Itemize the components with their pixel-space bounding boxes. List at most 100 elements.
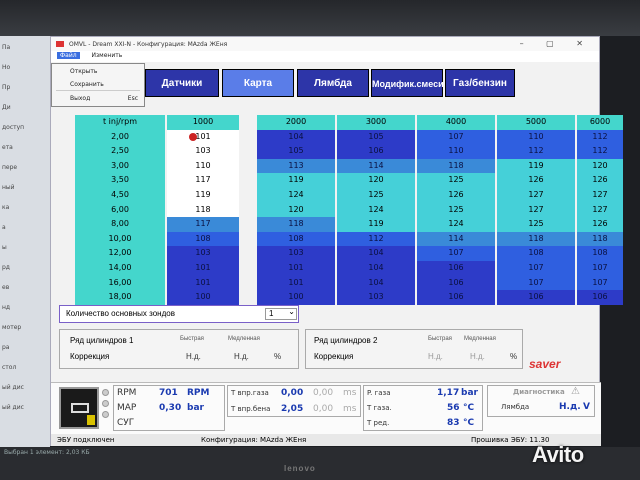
menu-file[interactable]: Файл bbox=[57, 52, 80, 59]
map-cell[interactable]: 110 bbox=[417, 144, 495, 159]
map-cell[interactable]: 104 bbox=[337, 246, 415, 261]
tab-sensors[interactable]: Датчики bbox=[145, 69, 219, 97]
map-cell[interactable]: 110 bbox=[497, 129, 575, 145]
status-config: Конфигурация: MAzda ЖЕня bbox=[201, 436, 307, 444]
map-cell[interactable]: 112 bbox=[497, 144, 575, 159]
map-cell[interactable]: 103 bbox=[257, 246, 335, 261]
map-cell[interactable]: 106 bbox=[577, 290, 623, 305]
tab-map[interactable]: Карта bbox=[222, 69, 294, 97]
map-cell[interactable]: 108 bbox=[497, 246, 575, 261]
map-cell[interactable]: 119 bbox=[167, 188, 239, 203]
map-cell[interactable]: 126 bbox=[497, 173, 575, 188]
map-cell[interactable]: 105 bbox=[257, 144, 335, 159]
explorer-item-label: стол bbox=[2, 364, 17, 371]
map-cell[interactable]: 126 bbox=[417, 188, 495, 203]
map-cell[interactable]: 104 bbox=[337, 261, 415, 276]
app-icon bbox=[56, 41, 64, 47]
map-cell[interactable]: 125 bbox=[497, 217, 575, 232]
window-controls[interactable]: – ▢ ✕ bbox=[520, 39, 593, 48]
map-cell[interactable]: 112 bbox=[337, 231, 415, 247]
map-cell[interactable]: 114 bbox=[337, 158, 415, 174]
map-cell[interactable]: 112 bbox=[577, 129, 623, 145]
menu-edit[interactable]: Изменить bbox=[92, 52, 123, 59]
map-cell[interactable]: 120 bbox=[257, 202, 335, 218]
map-cell[interactable]: 119 bbox=[497, 158, 575, 174]
map-cell[interactable]: 106 bbox=[417, 290, 495, 305]
exit-shortcut: Esc bbox=[127, 95, 138, 102]
map-cell[interactable]: 117 bbox=[167, 217, 239, 232]
map-cell[interactable]: 118 bbox=[497, 231, 575, 247]
map-cell[interactable]: 107 bbox=[497, 261, 575, 276]
map-cell[interactable]: 118 bbox=[167, 202, 239, 218]
map-cell[interactable]: 127 bbox=[577, 188, 623, 203]
probes-count-select[interactable]: Количество основных зондов 1 ⌄ bbox=[59, 305, 299, 323]
chevron-down-icon[interactable]: ⌄ bbox=[288, 307, 295, 316]
map-cell[interactable]: 106 bbox=[337, 144, 415, 159]
map-cell[interactable]: 127 bbox=[577, 202, 623, 218]
diagnostics-label[interactable]: Диагностика bbox=[513, 388, 565, 396]
map-cell[interactable]: 125 bbox=[417, 202, 495, 218]
map-cell[interactable]: 125 bbox=[337, 188, 415, 203]
map-cell[interactable]: 113 bbox=[257, 158, 335, 174]
map-cell[interactable]: 126 bbox=[577, 217, 623, 232]
map-cell[interactable]: 103 bbox=[167, 144, 239, 159]
map-cell[interactable]: 107 bbox=[577, 261, 623, 276]
map-cell[interactable]: 119 bbox=[337, 217, 415, 232]
map-cell[interactable]: 110 bbox=[167, 158, 239, 174]
map-cell[interactable]: 108 bbox=[167, 231, 239, 247]
menu-item-save[interactable]: Сохранить bbox=[52, 77, 144, 90]
map-cell[interactable]: 104 bbox=[257, 129, 335, 145]
map-cell[interactable]: 106 bbox=[497, 290, 575, 305]
map-cell[interactable]: 101 bbox=[257, 275, 335, 291]
tab-mixture[interactable]: Модифик.смеси bbox=[371, 69, 444, 97]
chip-icon bbox=[71, 403, 89, 413]
explorer-item-label: ный bbox=[2, 184, 15, 191]
map-cell[interactable]: 103 bbox=[167, 246, 239, 261]
map-cell[interactable]: 106 bbox=[417, 261, 495, 276]
map-cell[interactable]: 124 bbox=[337, 202, 415, 218]
map-cell[interactable]: 118 bbox=[577, 231, 623, 247]
map-cell[interactable]: 127 bbox=[497, 188, 575, 203]
map-cell[interactable]: 107 bbox=[417, 246, 495, 261]
map-cell[interactable]: 100 bbox=[167, 290, 239, 305]
map-cell[interactable]: 101 bbox=[167, 275, 239, 291]
map-cell[interactable]: 114 bbox=[417, 231, 495, 247]
pgas-label: P. газа bbox=[367, 389, 391, 397]
map-cell[interactable]: 107 bbox=[577, 275, 623, 291]
tgas-unit: ms bbox=[343, 388, 357, 398]
map-cell[interactable]: 100 bbox=[257, 290, 335, 305]
map-cell[interactable]: 120 bbox=[577, 158, 623, 174]
map-cell[interactable]: 126 bbox=[577, 173, 623, 188]
map-cell[interactable]: 108 bbox=[257, 231, 335, 247]
led-icon bbox=[102, 411, 109, 418]
map-cell[interactable]: 125 bbox=[417, 173, 495, 188]
map-cell[interactable]: 105 bbox=[337, 129, 415, 145]
map-label: MAP bbox=[117, 403, 137, 413]
map-cell[interactable]: 124 bbox=[257, 188, 335, 203]
map-cell[interactable]: 106 bbox=[417, 275, 495, 291]
map-cell[interactable]: 118 bbox=[417, 158, 495, 174]
map-cell[interactable]: 104 bbox=[337, 275, 415, 291]
map-cell[interactable]: 120 bbox=[337, 173, 415, 188]
map-cell[interactable]: 101 bbox=[167, 261, 239, 276]
map-cell[interactable]: 118 bbox=[257, 217, 335, 232]
menu-item-open[interactable]: Открыть bbox=[52, 64, 144, 77]
map-cell[interactable]: 127 bbox=[497, 202, 575, 218]
menu-item-exit[interactable]: Выход Esc bbox=[52, 91, 144, 104]
map-cell[interactable]: 108 bbox=[577, 246, 623, 261]
map-cell[interactable]: 103 bbox=[337, 290, 415, 305]
map-cell[interactable]: 119 bbox=[257, 173, 335, 188]
bank1-slow-value: Н.д. bbox=[234, 352, 249, 361]
tab-lambda[interactable]: Лямбда bbox=[297, 69, 369, 97]
map-cell[interactable]: 107 bbox=[497, 275, 575, 291]
tgas-temp-value: 56 bbox=[447, 403, 460, 413]
map-cell[interactable]: 124 bbox=[417, 217, 495, 232]
map-cell[interactable]: 112 bbox=[577, 144, 623, 159]
map-cell[interactable]: 101 bbox=[167, 129, 239, 145]
tinj-row-header: 2,50 bbox=[75, 144, 165, 159]
map-cell[interactable]: 117 bbox=[167, 173, 239, 188]
tinj-row-header: 12,00 bbox=[75, 246, 165, 261]
map-cell[interactable]: 107 bbox=[417, 129, 495, 145]
tab-gas-petrol[interactable]: Газ/бензин bbox=[445, 69, 515, 97]
map-cell[interactable]: 101 bbox=[257, 261, 335, 276]
